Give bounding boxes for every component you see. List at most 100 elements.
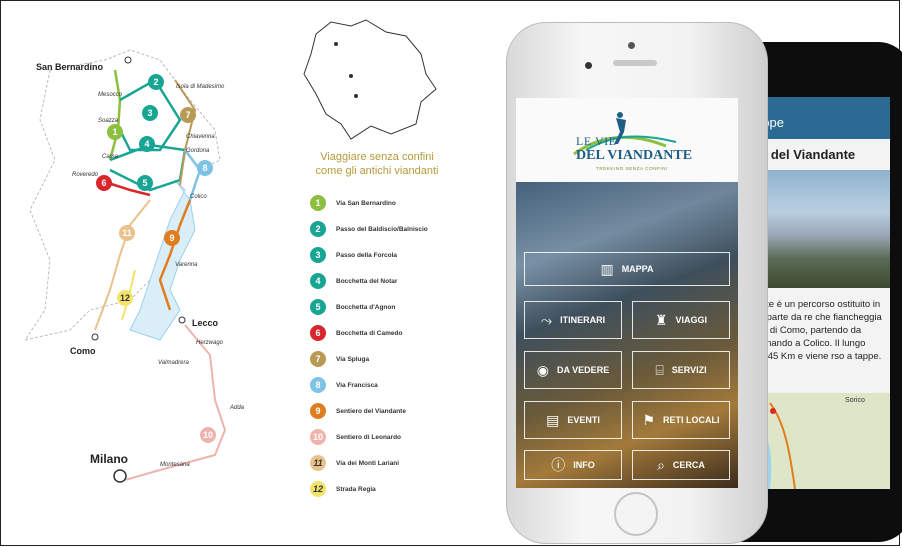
route-map-drawing: 1 2 3 4 5 6 7 8 9 10 11 12: [23, 49, 227, 483]
route-number-badge: 1: [310, 195, 326, 211]
svg-text:12: 12: [120, 293, 130, 303]
earpiece-speaker: [613, 60, 657, 66]
map-button[interactable]: ▥ MAPPA: [524, 252, 730, 286]
town-label: Colico: [190, 194, 207, 200]
inset-map: [296, 14, 446, 146]
map-icon: ▥: [600, 260, 614, 277]
proximity-sensor: [585, 62, 592, 69]
legend-title-line2: come gli antichi viandanti: [315, 165, 439, 177]
book-icon: ▤: [546, 411, 560, 428]
home-button[interactable]: [614, 492, 658, 536]
signpost-icon: ⚑: [642, 411, 656, 428]
legend-label: Via Francisca: [336, 381, 378, 389]
route-map: 1 2 3 4 5 6 7 8 9 10 11 12 San Bernardin…: [10, 10, 300, 530]
front-phone-screen: LE VIE DEL VIANDANTE TREKKING SENZA CONF…: [516, 98, 738, 488]
town-label: Roveredo: [72, 172, 99, 178]
trips-button[interactable]: ♜ VIAGGI: [632, 301, 730, 339]
town-label: Mesocco: [98, 92, 123, 98]
bed-icon: ⌸: [655, 361, 664, 378]
legend-label: Via Spluga: [336, 355, 370, 363]
route-icon: ⤳: [540, 311, 553, 328]
info-icon: ⓘ: [551, 457, 566, 473]
map-button-label: MAPPA: [621, 264, 654, 274]
itineraries-button-label: ITINERARI: [560, 315, 606, 325]
search-button-label: CERCA: [672, 460, 705, 470]
local-networks-button-label: RETI LOCALI: [663, 415, 720, 425]
legend-label: Sentiero di Leonardo: [336, 433, 402, 441]
svg-text:8: 8: [202, 163, 207, 173]
svg-text:7: 7: [185, 110, 190, 120]
city-san-bernardino: San Bernardino: [36, 62, 104, 72]
route-number-badge: 8: [310, 377, 326, 393]
hiker-icon: ♜: [654, 311, 668, 328]
search-icon: ⌕: [657, 456, 665, 473]
city-milano: Milano: [90, 452, 128, 466]
itineraries-button[interactable]: ⤳ ITINERARI: [524, 301, 622, 339]
svg-text:9: 9: [169, 233, 174, 243]
town-label: Montesana: [160, 462, 190, 468]
legend-title-line1: Viaggiare senza confini: [320, 151, 434, 163]
legend-label: Passo del Baldiscio/Balniscio: [336, 225, 428, 233]
town-label: Chiavenna: [186, 134, 215, 140]
city-lecco: Lecco: [192, 318, 219, 328]
events-button[interactable]: ▤ EVENTI: [524, 401, 622, 439]
legend-label: Passo della Forcola: [336, 251, 398, 259]
legend-label: Bocchetta d'Agnon: [336, 303, 396, 311]
route-number-badge: 10: [310, 429, 326, 445]
events-button-label: EVENTI: [567, 415, 600, 425]
info-button[interactable]: ⓘ INFO: [524, 450, 622, 480]
logo-text-bottom: DEL VIANDANTE: [576, 148, 693, 163]
legend-label: Sentiero del Viandante: [336, 407, 406, 415]
town-label: Isola di Madesimo: [176, 84, 225, 90]
legend-label: Via dei Monti Lariani: [336, 459, 400, 467]
legend-item: 8 Via Francisca: [310, 372, 510, 398]
legend-label: Bocchetta del Notar: [336, 277, 398, 285]
trips-button-label: VIAGGI: [675, 315, 708, 325]
to-see-button[interactable]: ◉ DA VEDERE: [524, 351, 622, 389]
town-label: Valmadrera: [158, 360, 189, 366]
services-button[interactable]: ⌸ SERVIZI: [632, 351, 730, 389]
map-place-label: Sorico: [845, 397, 865, 404]
logo-tagline: TREKKING SENZA CONFINI: [596, 166, 668, 171]
route-number-badge: 2: [310, 221, 326, 237]
legend-item: 6 Bocchetta di Camedo: [310, 320, 510, 346]
legend-item: 11 Via dei Monti Lariani: [310, 450, 510, 476]
legend-item: 5 Bocchetta d'Agnon: [310, 294, 510, 320]
town-label: Gordona: [186, 148, 210, 154]
front-camera: [628, 42, 635, 49]
lombardy-outline: [303, 19, 437, 140]
city-como: Como: [70, 346, 96, 356]
route-number-badge: 12: [310, 481, 326, 497]
legend-label: Via San Bernardino: [336, 199, 396, 207]
town-label: Adda: [230, 405, 245, 411]
town-label: Cama: [102, 154, 119, 160]
legend-item: 4 Bocchetta del Notar: [310, 268, 510, 294]
legend-item: 3 Passo della Forcola: [310, 242, 510, 268]
legend-item: 1 Via San Bernardino: [310, 190, 510, 216]
svg-text:6: 6: [101, 178, 106, 188]
route-number-badge: 9: [310, 403, 326, 419]
legend-item: 9 Sentiero del Viandante: [310, 398, 510, 424]
route-legend: 1 Via San Bernardino 2 Passo del Baldiscio/…: [310, 190, 510, 502]
svg-text:10: 10: [203, 430, 213, 440]
route-number-badge: 11: [310, 455, 326, 471]
svg-text:4: 4: [144, 139, 149, 149]
svg-text:3: 3: [147, 108, 152, 118]
town-label: Herzwago: [196, 340, 224, 346]
svg-text:11: 11: [122, 228, 132, 238]
route-number-badge: 6: [310, 325, 326, 341]
legend-item: 12 Strada Regia: [310, 476, 510, 502]
route-number-badge: 3: [310, 247, 326, 263]
search-button[interactable]: ⌕ CERCA: [632, 450, 730, 480]
legend-item: 10 Sentiero di Leonardo: [310, 424, 510, 450]
route-number-badge: 7: [310, 351, 326, 367]
info-button-label: INFO: [573, 460, 595, 470]
legend-label: Bocchetta di Camedo: [336, 329, 403, 337]
svg-text:5: 5: [142, 178, 147, 188]
svg-text:1: 1: [112, 127, 117, 137]
app-logo: LE VIE DEL VIANDANTE TREKKING SENZA CONF…: [516, 98, 738, 182]
to-see-button-label: DA VEDERE: [557, 365, 610, 375]
legend-item: 7 Via Spluga: [310, 346, 510, 372]
logo-text-top: LE VIE: [576, 134, 617, 148]
local-networks-button[interactable]: ⚑ RETI LOCALI: [632, 401, 730, 439]
